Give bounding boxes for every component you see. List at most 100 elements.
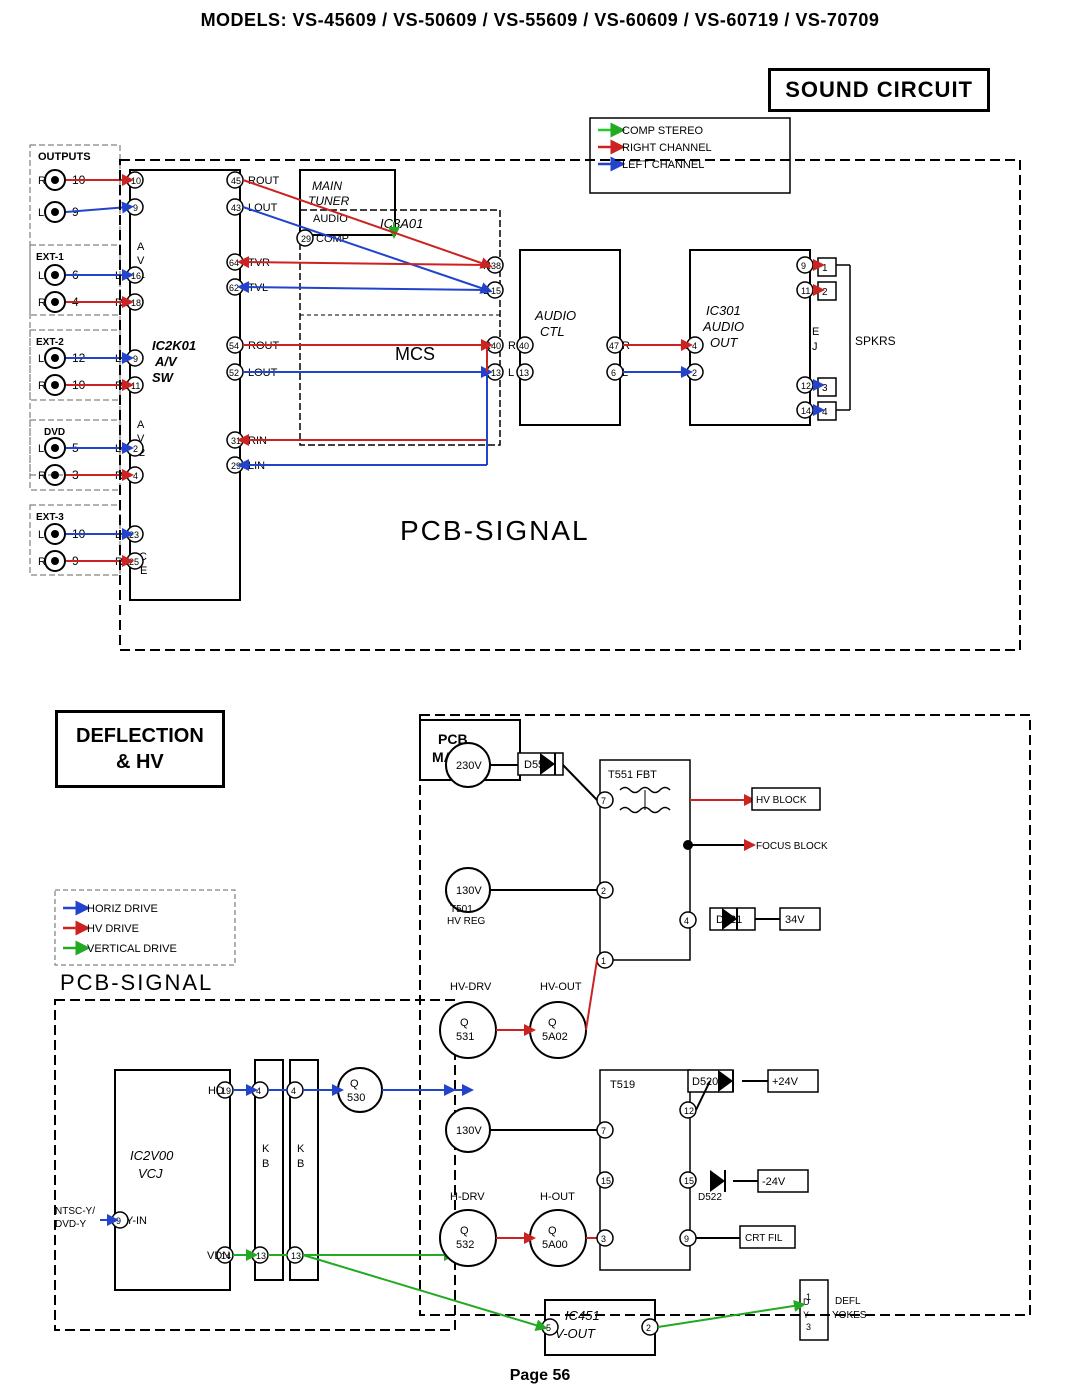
svg-text:EXT-2: EXT-2 — [36, 337, 64, 348]
deflection-circuit-svg: HORIZ DRIVE HV DRIVE VERTICAL DRIVE PCB-… — [0, 690, 1080, 1370]
svg-text:Q: Q — [350, 1078, 359, 1090]
svg-text:TUNER: TUNER — [308, 194, 350, 208]
svg-text:Y: Y — [803, 1310, 809, 1320]
svg-text:29: 29 — [301, 234, 311, 244]
svg-text:L: L — [38, 529, 44, 541]
svg-text:31: 31 — [231, 436, 241, 446]
svg-text:LOUT: LOUT — [248, 202, 278, 214]
svg-text:18: 18 — [131, 298, 141, 308]
svg-text:IC2K01: IC2K01 — [152, 338, 196, 353]
svg-text:38: 38 — [491, 261, 501, 271]
svg-text:47: 47 — [609, 341, 619, 351]
svg-text:3: 3 — [806, 1322, 811, 1332]
svg-text:IC2V00: IC2V00 — [130, 1148, 174, 1163]
svg-text:NTSC-Y/: NTSC-Y/ — [55, 1206, 95, 1217]
svg-text:R: R — [508, 340, 516, 352]
svg-text:HV-OUT: HV-OUT — [540, 981, 582, 993]
svg-text:5A02: 5A02 — [542, 1031, 568, 1043]
svg-text:H-OUT: H-OUT — [540, 1191, 575, 1203]
svg-text:R: R — [38, 470, 46, 482]
svg-text:L: L — [483, 285, 489, 297]
svg-text:9: 9 — [133, 203, 138, 213]
svg-text:PCB-SIGNAL: PCB-SIGNAL — [60, 970, 213, 995]
svg-text:2: 2 — [646, 1323, 651, 1333]
svg-text:5: 5 — [546, 1323, 551, 1333]
svg-text:AUDIO: AUDIO — [702, 319, 744, 334]
svg-text:A/V: A/V — [154, 354, 178, 369]
svg-text:6: 6 — [611, 368, 616, 378]
svg-text:54: 54 — [229, 341, 239, 351]
svg-text:EXT-3: EXT-3 — [36, 512, 64, 523]
svg-text:DVD-Y: DVD-Y — [55, 1219, 86, 1230]
svg-text:V-OUT: V-OUT — [555, 1326, 596, 1341]
svg-text:OUT: OUT — [710, 335, 739, 350]
svg-text:Q: Q — [548, 1017, 557, 1029]
svg-text:12: 12 — [801, 381, 811, 391]
sound-circuit-svg: COMP STEREO RIGHT CHANNEL LEFT CHANNEL — [0, 50, 1080, 670]
svg-text:3: 3 — [601, 1234, 606, 1244]
svg-text:SW: SW — [152, 370, 175, 385]
svg-text:CTL: CTL — [540, 324, 565, 339]
svg-text:2: 2 — [133, 444, 138, 454]
svg-text:7: 7 — [601, 1126, 606, 1136]
svg-text:EXT-1: EXT-1 — [36, 252, 64, 263]
svg-text:9: 9 — [133, 354, 138, 364]
svg-text:L: L — [508, 367, 514, 379]
svg-text:PCB-SIGNAL: PCB-SIGNAL — [400, 515, 590, 546]
svg-text:R: R — [38, 297, 46, 309]
svg-text:RIGHT CHANNEL: RIGHT CHANNEL — [622, 142, 712, 154]
svg-text:J: J — [812, 341, 818, 353]
svg-text:13: 13 — [491, 368, 501, 378]
svg-text:12: 12 — [684, 1106, 694, 1116]
svg-text:CRT FIL: CRT FIL — [745, 1233, 783, 1244]
svg-text:D520: D520 — [692, 1076, 718, 1088]
svg-text:L: L — [38, 353, 44, 365]
page-number: Page 56 — [510, 1367, 570, 1385]
svg-text:13: 13 — [519, 368, 529, 378]
svg-text:1: 1 — [601, 956, 606, 966]
svg-text:29: 29 — [231, 461, 241, 471]
svg-text:4: 4 — [684, 916, 689, 926]
svg-text:MAIN: MAIN — [312, 179, 342, 193]
svg-text:25: 25 — [129, 557, 139, 567]
svg-text:DEFL: DEFL — [835, 1296, 861, 1307]
svg-text:16: 16 — [131, 271, 141, 281]
svg-text:5A00: 5A00 — [542, 1239, 568, 1251]
svg-text:4: 4 — [291, 1086, 296, 1096]
svg-text:11: 11 — [131, 381, 140, 391]
svg-text:IC3A01: IC3A01 — [380, 216, 423, 231]
svg-text:VCJ: VCJ — [138, 1166, 163, 1181]
svg-text:4: 4 — [692, 341, 697, 351]
svg-text:Q: Q — [548, 1225, 557, 1237]
svg-text:4: 4 — [133, 471, 138, 481]
svg-text:15: 15 — [491, 286, 501, 296]
svg-text:R: R — [38, 380, 46, 392]
svg-text:OUTPUTS: OUTPUTS — [38, 151, 91, 163]
svg-text:HD: HD — [208, 1085, 224, 1097]
svg-text:HV DRIVE: HV DRIVE — [87, 923, 139, 935]
svg-text:HV REG: HV REG — [447, 916, 486, 927]
svg-text:4: 4 — [822, 407, 828, 418]
svg-text:V: V — [137, 255, 145, 267]
page-title: MODELS: VS-45609 / VS-50609 / VS-55609 /… — [10, 10, 1070, 31]
svg-text:L: L — [38, 207, 44, 219]
svg-text:-24V: -24V — [762, 1176, 786, 1188]
svg-text:Y-IN: Y-IN — [126, 1215, 147, 1227]
svg-text:40: 40 — [519, 341, 529, 351]
svg-text:YOKES: YOKES — [832, 1310, 867, 1321]
svg-text:23: 23 — [129, 530, 139, 540]
svg-text:B: B — [262, 1158, 269, 1170]
svg-text:H-DRV: H-DRV — [450, 1191, 485, 1203]
svg-text:AUDIO: AUDIO — [534, 308, 576, 323]
svg-text:T519: T519 — [610, 1079, 635, 1091]
svg-text:R: R — [38, 175, 46, 187]
svg-text:DVD: DVD — [44, 427, 65, 438]
svg-text:43: 43 — [231, 203, 241, 213]
svg-text:VERTICAL DRIVE: VERTICAL DRIVE — [87, 943, 177, 955]
svg-text:64: 64 — [229, 258, 239, 268]
svg-text:R: R — [483, 260, 491, 272]
svg-text:COMP STEREO: COMP STEREO — [622, 125, 704, 137]
svg-text:10: 10 — [131, 176, 141, 186]
svg-text:62: 62 — [229, 283, 239, 293]
svg-text:4: 4 — [256, 1086, 261, 1096]
